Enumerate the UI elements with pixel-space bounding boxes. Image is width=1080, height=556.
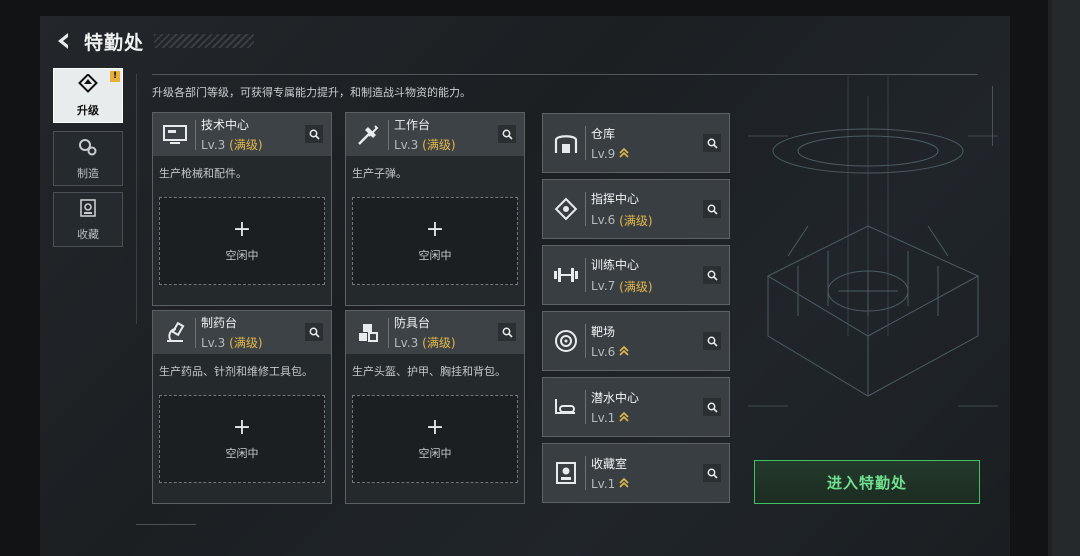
facility-level: Lv.9	[591, 147, 616, 161]
production-slot[interactable]: + 空闲中	[352, 197, 518, 285]
slot-status: 空闲中	[418, 447, 452, 460]
search-icon[interactable]	[703, 200, 721, 218]
facility-level: Lv.7	[591, 279, 616, 293]
page-title: 特勤处	[84, 31, 145, 54]
armor-bench-icon	[350, 315, 386, 351]
facility-command-center[interactable]: 指挥中心 Lv.6 (满级)	[542, 179, 730, 239]
facility-diving-center[interactable]: 潜水中心 Lv.1	[542, 377, 730, 437]
slot-status: 空闲中	[225, 249, 259, 262]
search-icon[interactable]	[703, 134, 721, 152]
plus-icon: +	[425, 217, 445, 242]
max-level-label: (满级)	[619, 279, 653, 294]
facility-name: 指挥中心	[591, 191, 640, 206]
slot-status: 空闲中	[225, 447, 259, 460]
max-level-label: (满级)	[229, 138, 263, 152]
tech-center-icon	[157, 117, 193, 153]
max-level-label: (满级)	[619, 213, 653, 228]
training-center-icon	[549, 258, 583, 292]
workbench-level: Lv.3	[201, 138, 226, 152]
workbench-card-armor-bench[interactable]: 防具台 Lv.3 (满级) 生产头盔、护甲、胸挂和背包。 + 空闲中	[345, 310, 525, 504]
base-hologram-illustration	[748, 76, 998, 407]
craft-icon	[77, 137, 99, 161]
facility-level: Lv.1	[591, 411, 616, 425]
upgrade-icon	[77, 72, 99, 98]
header: 特勤处	[52, 26, 255, 56]
facility-collection-room[interactable]: 收藏室 Lv.1	[542, 443, 730, 503]
facility-name: 靶场	[591, 324, 616, 339]
workbench-name: 制药台	[201, 316, 238, 330]
facility-shooting-range[interactable]: 靶场 Lv.6	[542, 311, 730, 371]
search-icon[interactable]	[305, 323, 323, 341]
workbench-level: Lv.3	[394, 336, 419, 350]
diving-center-icon	[549, 390, 583, 424]
plus-icon: +	[232, 415, 252, 440]
workbench-level: Lv.3	[394, 138, 419, 152]
collection-room-icon	[549, 456, 583, 490]
search-icon[interactable]	[703, 464, 721, 482]
search-icon[interactable]	[305, 125, 323, 143]
plus-icon: +	[232, 217, 252, 242]
pharmacy-icon	[157, 315, 193, 351]
facility-name: 潜水中心	[591, 390, 640, 405]
facility-level: Lv.6	[591, 213, 616, 227]
max-level-label: (满级)	[422, 138, 456, 152]
facility-name: 训练中心	[591, 257, 640, 272]
sidebar-item-label: 制造	[77, 166, 99, 180]
search-icon[interactable]	[498, 323, 516, 341]
facility-training-center[interactable]: 训练中心 Lv.7 (满级)	[542, 245, 730, 305]
facility-level: Lv.1	[591, 477, 616, 491]
shooting-range-icon	[549, 324, 583, 358]
workbench-name: 防具台	[394, 316, 431, 330]
workbench-name: 技术中心	[201, 118, 250, 132]
slot-status: 空闲中	[418, 249, 452, 262]
facility-name: 收藏室	[591, 456, 628, 471]
workbench-card-workbench[interactable]: 工作台 Lv.3 (满级) 生产子弹。 + 空闲中	[345, 112, 525, 306]
divider	[152, 74, 978, 75]
max-level-label: (满级)	[229, 336, 263, 350]
search-icon[interactable]	[703, 398, 721, 416]
workbench-description: 生产药品、针剂和维修工具包。	[159, 365, 313, 378]
production-slot[interactable]: + 空闲中	[159, 395, 325, 483]
alert-badge: !	[110, 71, 120, 82]
upgrade-chevron-icon	[619, 345, 629, 360]
workbench-level: Lv.3	[201, 336, 226, 350]
production-slot[interactable]: + 空闲中	[352, 395, 518, 483]
sidebar-item-upgrade[interactable]: ! 升级	[53, 68, 123, 123]
collection-icon	[78, 198, 98, 222]
sidebar-item-label: 收藏	[77, 227, 99, 241]
workbench-card-tech-center[interactable]: 技术中心 Lv.3 (满级) 生产枪械和配件。 + 空闲中	[152, 112, 332, 306]
search-icon[interactable]	[703, 266, 721, 284]
page-description: 升级各部门等级，可获得专属能力提升，和制造战斗物资的能力。	[152, 86, 471, 99]
workbench-description: 生产子弹。	[352, 167, 407, 180]
divider	[136, 74, 137, 324]
facility-level: Lv.6	[591, 345, 616, 359]
upgrade-chevron-icon	[619, 147, 629, 162]
hq-screen: 特勤处 ! 升级 制造 收藏 升级各部门等级，可获得专属能力提升，和制造战斗物资…	[40, 16, 1010, 556]
upgrade-chevron-icon	[619, 411, 629, 426]
workbench-card-pharmacy[interactable]: 制药台 Lv.3 (满级) 生产药品、针剂和维修工具包。 + 空闲中	[152, 310, 332, 504]
production-slot[interactable]: + 空闲中	[159, 197, 325, 285]
sidebar-item-collection[interactable]: 收藏	[53, 192, 123, 247]
upgrade-chevron-icon	[619, 477, 629, 492]
back-arrow-icon[interactable]	[52, 29, 76, 53]
enter-hq-button[interactable]: 进入特勤处	[754, 460, 980, 504]
sidebar-item-label: 升级	[77, 103, 99, 117]
plus-icon: +	[425, 415, 445, 440]
workbench-icon	[350, 117, 386, 153]
workbench-description: 生产头盔、护甲、胸挂和背包。	[352, 365, 506, 378]
facility-name: 仓库	[591, 126, 616, 141]
search-icon[interactable]	[703, 332, 721, 350]
facility-warehouse[interactable]: 仓库 Lv.9	[542, 113, 730, 173]
title-decoration	[154, 34, 255, 48]
max-level-label: (满级)	[422, 336, 456, 350]
workbench-description: 生产枪械和配件。	[159, 167, 247, 180]
warehouse-icon	[549, 126, 583, 160]
command-center-icon	[549, 192, 583, 226]
sidebar-item-craft[interactable]: 制造	[53, 131, 123, 186]
search-icon[interactable]	[498, 125, 516, 143]
workbench-name: 工作台	[394, 118, 431, 132]
